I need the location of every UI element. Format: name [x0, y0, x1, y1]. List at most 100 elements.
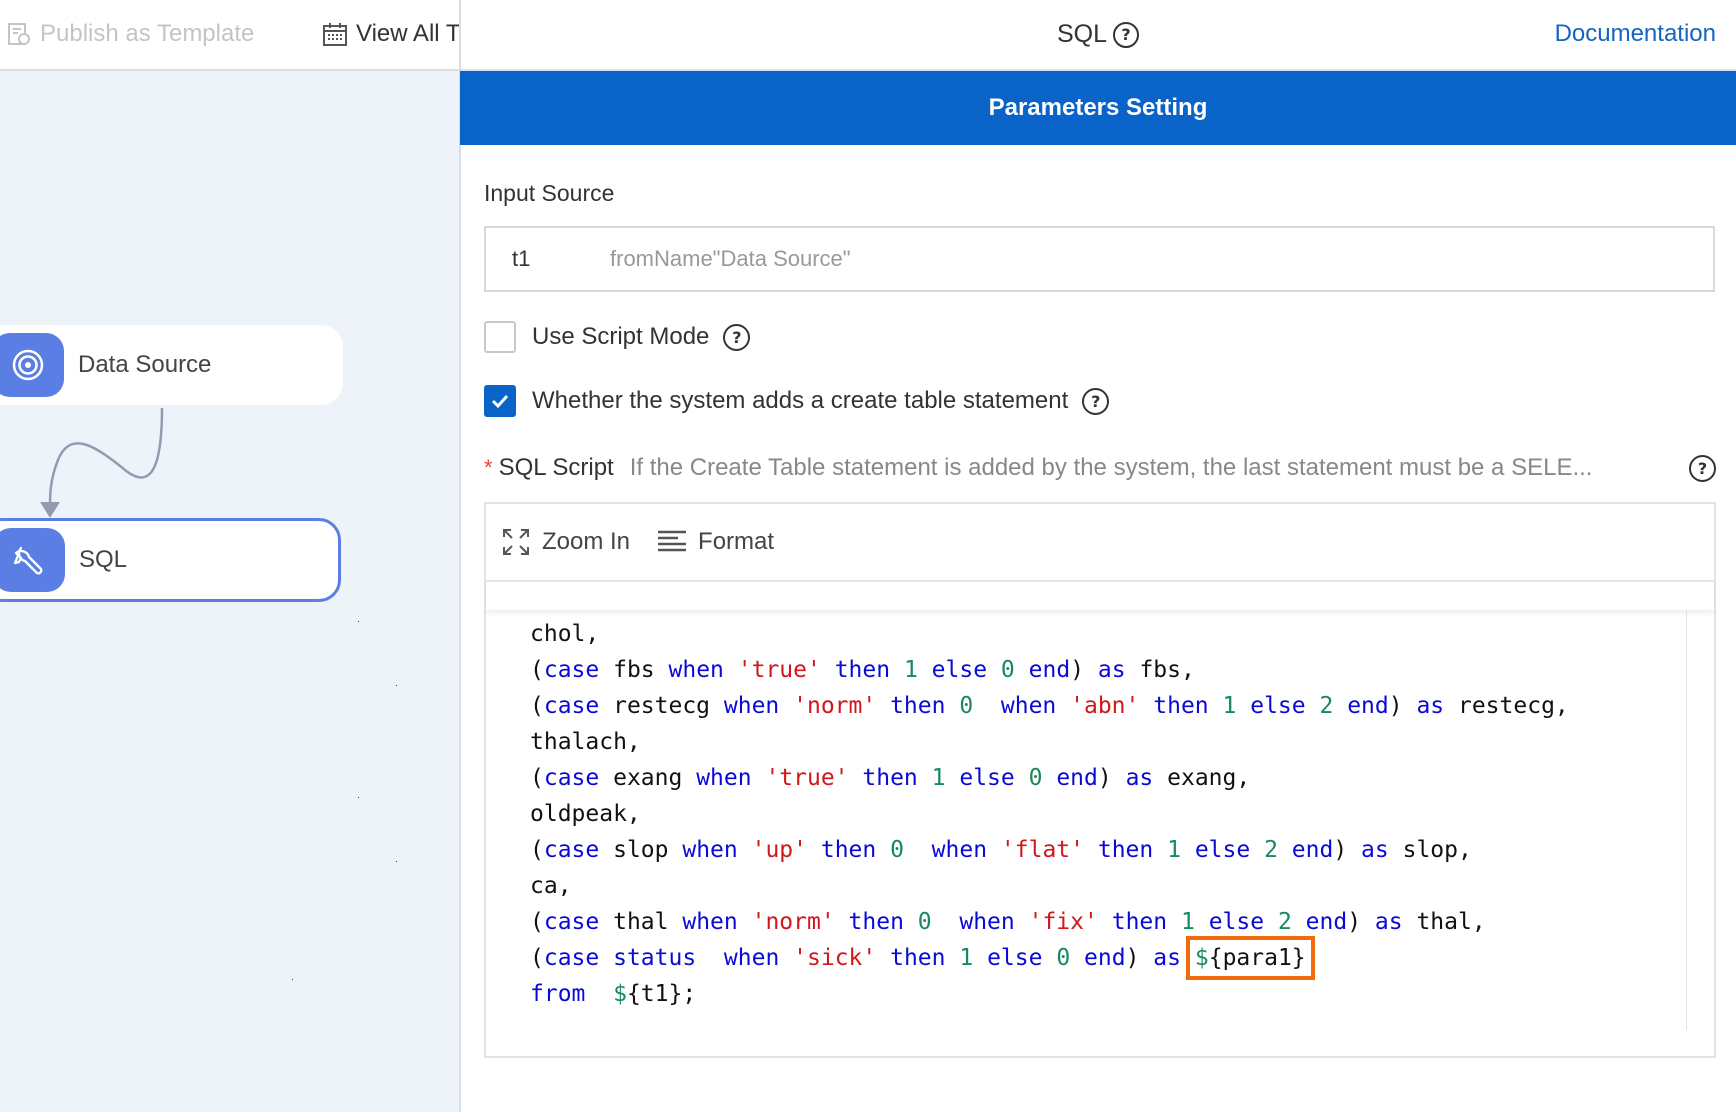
code-token: else — [987, 945, 1043, 971]
code-token: ) — [1388, 693, 1417, 719]
help-icon[interactable]: ? — [1689, 454, 1716, 482]
code-line: (case restecg when 'norm' then 0 when 'a… — [530, 688, 1569, 724]
use-script-mode-checkbox[interactable] — [484, 321, 516, 353]
code-line: oldpeak, — [530, 796, 1569, 832]
parameters-setting-tab[interactable]: Parameters Setting — [460, 71, 1736, 145]
code-token: 1 — [1180, 909, 1195, 935]
code-token: when — [696, 765, 752, 791]
canvas-dot — [396, 685, 397, 686]
code-token: then — [890, 945, 946, 971]
code-token: {t1}; — [626, 981, 697, 1007]
code-token: thal — [599, 909, 683, 935]
editor-scrollbar[interactable] — [1686, 610, 1687, 1030]
code-line: thalach, — [530, 724, 1569, 760]
code-line: chol, — [530, 616, 1569, 652]
code-token: else — [959, 765, 1015, 791]
node-sql[interactable]: SQL — [0, 518, 341, 602]
code-token: case — [543, 657, 600, 683]
code-token: 'norm' — [751, 909, 835, 935]
code-token: else — [1208, 909, 1265, 935]
code-token: ( — [530, 837, 544, 863]
code-token: as — [1361, 837, 1389, 863]
workflow-canvas[interactable]: Publish as Template View All T Data Sour… — [0, 0, 459, 1112]
sql-code[interactable]: chol, (case fbs when 'true' then 1 else 0… — [530, 616, 1569, 1012]
code-token: status — [613, 945, 697, 971]
code-line: ca, — [530, 868, 1569, 904]
input-source-field[interactable]: t1 fromName"Data Source" — [484, 226, 1715, 292]
expand-icon — [503, 529, 529, 555]
arrow-head-icon — [40, 502, 60, 518]
help-icon[interactable]: ? — [723, 323, 751, 351]
code-token: $ — [613, 981, 627, 1007]
code-line: from ${t1}; — [530, 976, 1569, 1012]
create-table-checkbox[interactable] — [484, 385, 516, 417]
code-token: slop, — [1388, 837, 1472, 863]
code-token: as — [1125, 765, 1154, 791]
code-token: 1 — [1222, 693, 1237, 719]
code-token: when — [668, 657, 724, 683]
zoom-in-button[interactable]: Zoom In — [502, 528, 630, 556]
code-token: ( — [530, 945, 544, 971]
help-icon[interactable]: ? — [1082, 387, 1110, 415]
code-token: 'fix' — [1028, 909, 1098, 935]
code-token: case — [543, 765, 600, 791]
code-token: $ — [1194, 945, 1209, 971]
code-token: ( — [530, 693, 544, 719]
input-source-label: Input Source — [484, 180, 615, 206]
highlighted-parameter: ${para1} — [1185, 936, 1315, 980]
panel-title-text: SQL — [1057, 20, 1108, 48]
code-token: 'true' — [765, 765, 849, 791]
code-token: then — [890, 693, 946, 719]
format-button[interactable]: Format — [658, 528, 774, 556]
code-token: 'sick' — [793, 945, 877, 971]
code-token: 1 — [1167, 837, 1181, 863]
node-label: SQL — [79, 546, 128, 573]
help-icon[interactable]: ? — [1113, 21, 1140, 48]
code-token: 0 — [917, 909, 932, 935]
documentation-link[interactable]: Documentation — [1555, 20, 1716, 48]
code-token: 'norm' — [793, 693, 877, 719]
target-icon — [0, 333, 64, 397]
code-token: 0 — [1056, 945, 1071, 971]
panel-divider[interactable] — [459, 0, 461, 1112]
code-token: exang — [599, 765, 697, 791]
code-token: {para1} — [1208, 945, 1306, 971]
node-data-source[interactable]: Data Source — [0, 325, 343, 405]
code-token: end — [1028, 657, 1071, 683]
sql-editor[interactable]: Zoom In Format chol, (case fbs when 'true… — [484, 502, 1716, 1058]
code-token: then — [848, 909, 904, 935]
code-token: fbs, — [1125, 657, 1195, 683]
code-token: 0 — [890, 837, 904, 863]
code-token: restecg — [599, 693, 724, 719]
canvas-dot — [358, 797, 359, 798]
code-token: as — [1374, 909, 1403, 935]
code-token: else — [1194, 837, 1251, 863]
code-token: 0 — [959, 693, 974, 719]
code-token: when — [682, 837, 738, 863]
zoom-in-label: Zoom In — [542, 528, 631, 555]
code-token: then — [1153, 693, 1209, 719]
